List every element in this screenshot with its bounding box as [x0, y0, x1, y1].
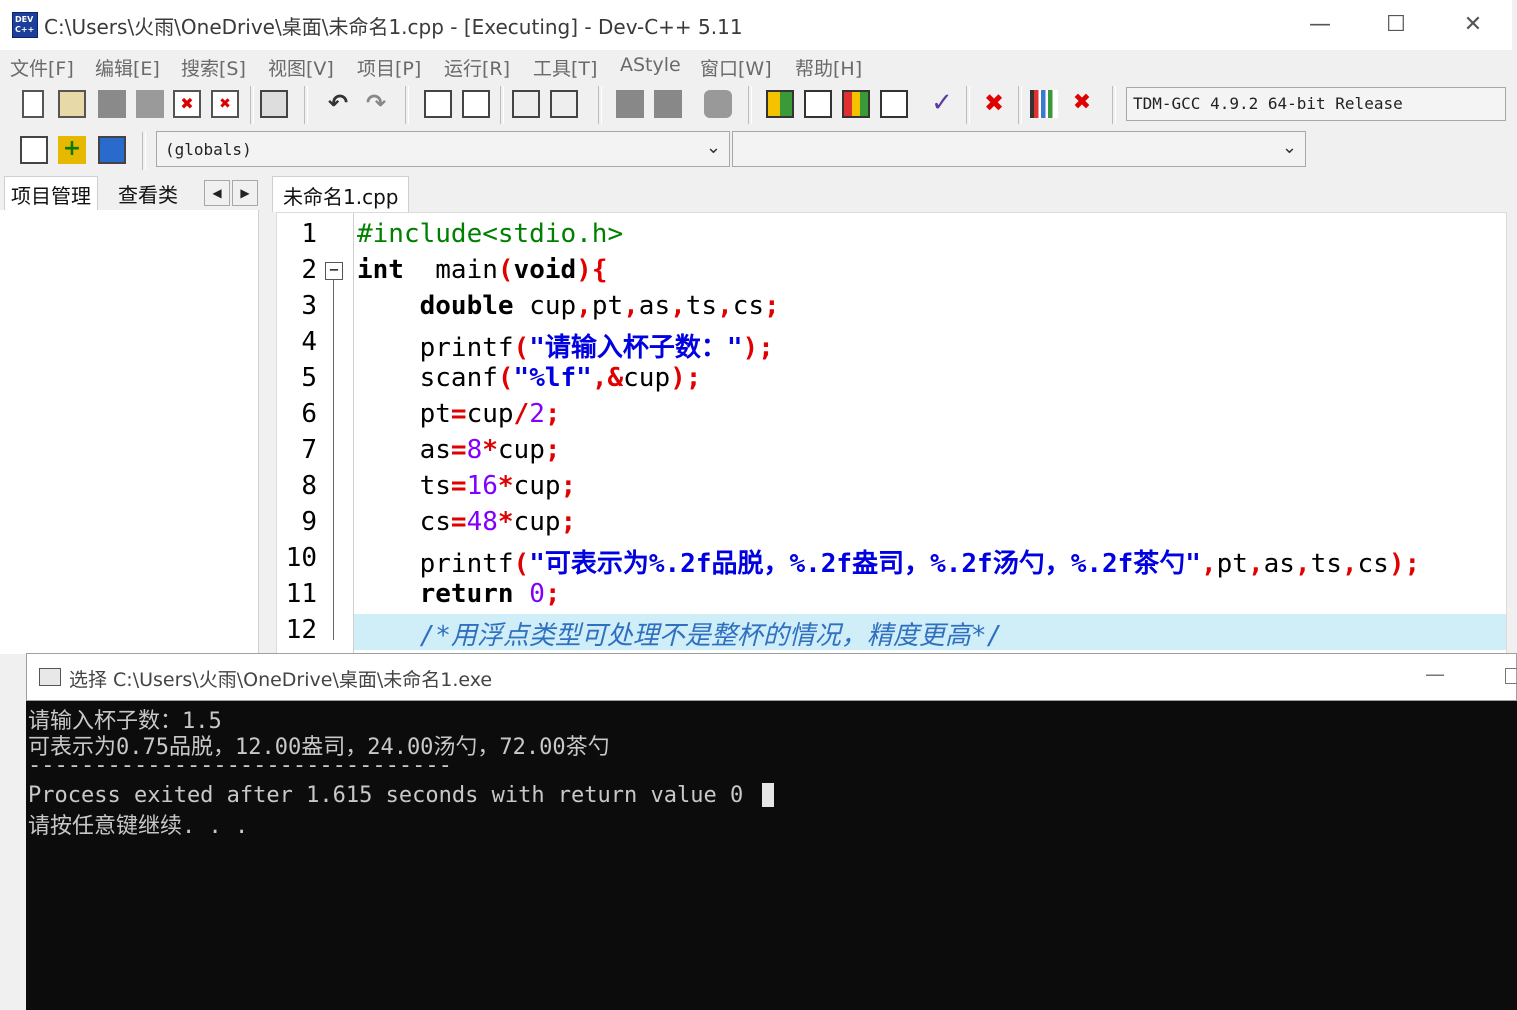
- line-number-gutter: 1 2 3 4 5 6 7 8 9 10 11 12 −: [277, 213, 354, 653]
- tab-scroll-right-icon[interactable]: ▶: [232, 180, 258, 206]
- console-icon: [39, 668, 61, 686]
- class-toolbar: + (globals) ⌄ ⌄: [0, 128, 1512, 174]
- tab-scroll-left-icon[interactable]: ◀: [204, 180, 230, 206]
- undo-icon[interactable]: ↶: [324, 90, 352, 118]
- rebuild-all-icon[interactable]: [880, 90, 908, 118]
- save-icon[interactable]: [98, 90, 126, 118]
- line-number: 3: [301, 291, 317, 321]
- run-icon[interactable]: [804, 90, 832, 118]
- code-line: ts=16*cup;: [357, 471, 577, 501]
- console-maximize-icon[interactable]: [1505, 668, 1517, 684]
- code-line: #include<stdio.h>: [357, 219, 624, 249]
- profile-icon[interactable]: [1030, 90, 1058, 118]
- find-icon[interactable]: [424, 90, 452, 118]
- menu-help[interactable]: 帮助[H]: [795, 54, 862, 81]
- open-file-icon[interactable]: [58, 90, 86, 118]
- compile-run-icon[interactable]: [842, 90, 870, 118]
- close-file-icon[interactable]: ✖: [173, 90, 201, 118]
- remove-from-project-icon[interactable]: [98, 136, 126, 164]
- goto-line-icon[interactable]: [512, 90, 540, 118]
- code-line: printf("请输入杯子数：");: [357, 333, 774, 363]
- syntax-check-icon[interactable]: ✓: [928, 90, 956, 118]
- line-number: 9: [301, 507, 317, 537]
- console-separator: --------------------------------: [28, 753, 452, 778]
- toggle-bookmark-icon[interactable]: [550, 90, 578, 118]
- chevron-down-icon: ⌄: [705, 137, 721, 158]
- line-number: 2: [301, 255, 317, 285]
- line-number: 1: [301, 219, 317, 249]
- menu-file[interactable]: 文件[F]: [10, 54, 74, 81]
- code-line: cs=48*cup;: [357, 507, 577, 537]
- toggle-comment-icon[interactable]: [704, 90, 732, 118]
- code-line: double cup,pt,as,ts,cs;: [419, 291, 780, 321]
- menu-search[interactable]: 搜索[S]: [181, 54, 246, 81]
- line-number: 7: [301, 435, 317, 465]
- delete-profile-icon[interactable]: ✖: [1068, 90, 1096, 118]
- console-line: Process exited after 1.615 seconds with …: [28, 783, 744, 808]
- code-line: return 0;: [419, 579, 561, 609]
- menu-tools[interactable]: 工具[T]: [533, 54, 597, 81]
- code-editor[interactable]: 1 2 3 4 5 6 7 8 9 10 11 12 − #include<st…: [276, 212, 1507, 654]
- line-number: 11: [285, 579, 317, 609]
- tab-class-browser[interactable]: 查看类: [112, 176, 184, 210]
- member-combo[interactable]: ⌄: [732, 131, 1306, 167]
- redo-icon[interactable]: ↷: [362, 90, 390, 118]
- line-number: 6: [301, 399, 317, 429]
- title-bar: DEV C++ C:\Users\火雨\OneDrive\桌面\未命名1.cpp…: [0, 0, 1512, 50]
- add-to-project-icon[interactable]: +: [58, 136, 86, 164]
- dev-cpp-app-icon: DEV C++: [12, 12, 38, 38]
- scope-combo[interactable]: (globals) ⌄: [156, 131, 730, 167]
- fold-toggle-icon[interactable]: −: [325, 262, 343, 280]
- editor-tab-file[interactable]: 未命名1.cpp: [272, 176, 410, 212]
- close-icon[interactable]: ✕: [1449, 8, 1497, 42]
- line-number: 8: [301, 471, 317, 501]
- line-number: 12: [285, 615, 317, 645]
- fold-guide: [333, 280, 334, 640]
- line-number: 10: [285, 543, 317, 573]
- menu-astyle[interactable]: AStyle: [620, 54, 681, 76]
- code-line: scanf("%lf",&cup);: [357, 363, 702, 393]
- close-all-icon[interactable]: ✖: [211, 90, 239, 118]
- menu-view[interactable]: 视图[V]: [268, 54, 334, 81]
- project-tree[interactable]: [0, 210, 259, 654]
- menu-bar: 文件[F] 编辑[E] 搜索[S] 视图[V] 项目[P] 运行[R] 工具[T…: [0, 50, 1510, 82]
- line-number: 4: [301, 327, 317, 357]
- save-all-icon[interactable]: [136, 90, 164, 118]
- console-minimize-icon[interactable]: —: [1425, 662, 1445, 686]
- new-project-icon[interactable]: [20, 136, 48, 164]
- code-line: printf("可表示为%.2f品脱，%.2f盎司，%.2f汤勺，%.2f茶勺"…: [357, 549, 1421, 579]
- new-file-icon[interactable]: [22, 90, 44, 118]
- menu-window[interactable]: 窗口[W]: [700, 54, 772, 81]
- console-title-bar: 选择 C:\Users\火雨\OneDrive\桌面\未命名1.exe —: [26, 653, 1517, 701]
- menu-execute[interactable]: 运行[R]: [444, 54, 510, 81]
- console-line: 请按任意键继续. . .: [28, 814, 249, 839]
- code-line: as=8*cup;: [357, 435, 561, 465]
- menu-edit[interactable]: 编辑[E]: [95, 54, 160, 81]
- stop-execution-icon[interactable]: ✖: [980, 90, 1008, 118]
- main-toolbar: ✖ ✖ ↶ ↷ ✓ ✖ ✖ TDM-GCC 4.9.2 64-bit Relea…: [0, 82, 1512, 128]
- menu-project[interactable]: 项目[P]: [357, 54, 421, 81]
- print-icon[interactable]: [260, 90, 288, 118]
- project-panel: 项目管理 查看类 ◀ ▶: [0, 174, 262, 654]
- indent-icon[interactable]: [616, 90, 644, 118]
- code-line: int main(void){: [357, 255, 608, 285]
- scope-combo-value: (globals): [165, 140, 252, 159]
- console-title: 选择 C:\Users\火雨\OneDrive\桌面\未命名1.exe: [69, 669, 493, 691]
- unindent-icon[interactable]: [654, 90, 682, 118]
- line-number: 5: [301, 363, 317, 393]
- minimize-icon[interactable]: —: [1296, 8, 1344, 42]
- console-cursor: [762, 783, 774, 807]
- compile-icon[interactable]: [766, 90, 794, 118]
- code-line: /*用浮点类型可处理不是整杯的情况，精度更高*/: [419, 621, 1003, 651]
- window-title: C:\Users\火雨\OneDrive\桌面\未命名1.cpp - [Exec…: [44, 15, 743, 39]
- compiler-select[interactable]: TDM-GCC 4.9.2 64-bit Release: [1126, 87, 1506, 121]
- tab-project-manager[interactable]: 项目管理: [4, 176, 98, 212]
- maximize-icon[interactable]: ☐: [1372, 8, 1420, 42]
- chevron-down-icon: ⌄: [1281, 137, 1297, 158]
- replace-icon[interactable]: [462, 90, 490, 118]
- code-line: pt=cup/2;: [357, 399, 561, 429]
- console-output[interactable]: 请输入杯子数：1.5 可表示为0.75品脱，12.00盎司，24.00汤勺，72…: [26, 701, 1517, 1010]
